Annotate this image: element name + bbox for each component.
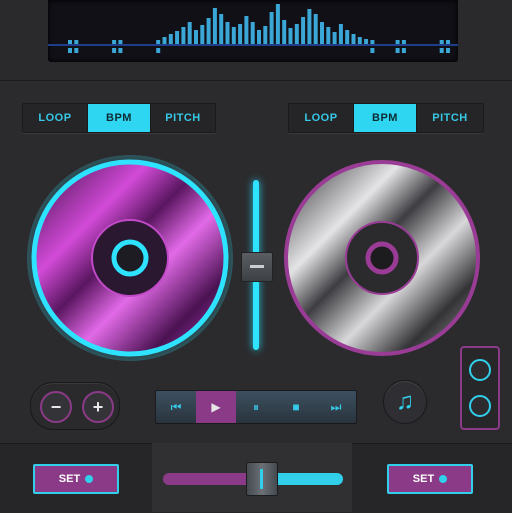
spectrum-bar-low [118,48,123,53]
transport-controls: ⏮ ▶ ⏸ ■ ⏭ [155,390,357,424]
spectrum-bar [370,40,375,44]
silver-vinyl-platter-icon[interactable] [278,154,486,362]
spectrum-bar [401,40,406,44]
left-set-button[interactable]: SET [33,464,119,494]
spectrum-bar [244,16,249,44]
spectrum-bar-low [395,48,400,53]
spectrum-bar [187,22,192,44]
spectrum-bar [68,40,72,44]
spectrum-bar [231,27,236,44]
spectrum-bar [357,37,362,44]
spectrum-bar [345,30,350,44]
left-bpm-button[interactable]: BPM [88,104,151,132]
spectrum-bar [263,26,268,44]
spectrum-analyzer [48,0,458,62]
spectrum-baseline [48,44,458,46]
spectrum-bar [395,40,400,44]
spectrum-bar [238,24,243,44]
spectrum-bar [250,22,255,44]
spectrum-bar [225,22,230,44]
spectrum-bar-low [439,48,444,53]
next-track-icon[interactable]: ⏭ [316,391,356,423]
spectrum-bar [338,24,343,44]
pitch-adjust-group: − + [30,382,120,430]
spectrum-bar [168,34,173,44]
spectrum-bar [200,25,205,44]
left-pitch-button[interactable]: PITCH [151,104,215,132]
spectrum-bar-low [446,48,450,53]
spectrum-bar [118,40,123,44]
spectrum-bar [74,40,79,44]
spectrum-bar [364,39,369,44]
left-loop-button[interactable]: LOOP [23,104,88,132]
spectrum-bar [301,17,306,44]
pause-icon[interactable]: ⏸ [236,391,276,423]
right-set-button[interactable]: SET [387,464,473,494]
spectrum-bar [446,40,450,44]
right-pitch-button[interactable]: PITCH [417,104,483,132]
spectrum-bar [351,34,356,44]
right-loop-button[interactable]: LOOP [289,104,354,132]
spectrum-bar [156,40,161,44]
spectrum-bar [288,28,293,44]
spectrum-bar [206,18,211,44]
spectrum-bars [48,4,458,53]
left-mode-selector: LOOP BPM PITCH [22,103,216,133]
spectrum-bar [320,22,324,44]
spectrum-bar [181,27,186,44]
spectrum-bar [257,30,261,44]
spectrum-bar-low [112,48,117,53]
spectrum-bar [162,37,167,44]
magenta-vinyl-platter-icon[interactable] [26,154,234,362]
crossfader-knob[interactable] [246,462,278,496]
spectrum-bar-low [68,48,72,53]
cue-ring-top[interactable] [469,359,491,381]
right-set-label: SET [412,473,435,485]
spectrum-bar [194,30,198,44]
spectrum-bar [112,40,117,44]
spectrum-bar [294,24,299,44]
spectrum-bar [439,40,444,44]
play-icon[interactable]: ▶ [196,391,236,423]
spectrum-bar [326,27,331,44]
pitch-minus-button[interactable]: − [40,391,72,423]
pitch-plus-button[interactable]: + [82,391,114,423]
left-set-dot-icon [85,475,94,483]
left-set-label: SET [58,473,81,485]
spectrum-bar-low [156,48,161,53]
spectrum-bar-low [370,48,375,53]
right-bpm-button[interactable]: BPM [354,104,417,132]
cue-ring-bottom[interactable] [469,395,491,417]
right-mode-selector: LOOP BPM PITCH [288,103,484,133]
spectrum-bar-low [401,48,406,53]
spectrum-bar [269,12,274,44]
music-note-icon[interactable]: ♫ [383,380,427,424]
stop-icon[interactable]: ■ [276,391,316,423]
spectrum-bar [175,31,180,44]
spectrum-bar [307,9,312,44]
channel-fader-knob[interactable] [241,252,273,282]
cue-toggle-group [460,346,500,430]
spectrum-bar-low [74,48,79,53]
right-set-dot-icon [439,475,448,483]
spectrum-bar [219,14,224,44]
spectrum-bar [332,32,337,44]
spectrum-bar [282,20,287,44]
spectrum-bar [313,14,318,44]
spectrum-bar [275,4,280,44]
previous-track-icon[interactable]: ⏮ [156,391,196,423]
spectrum-bar [212,8,217,44]
